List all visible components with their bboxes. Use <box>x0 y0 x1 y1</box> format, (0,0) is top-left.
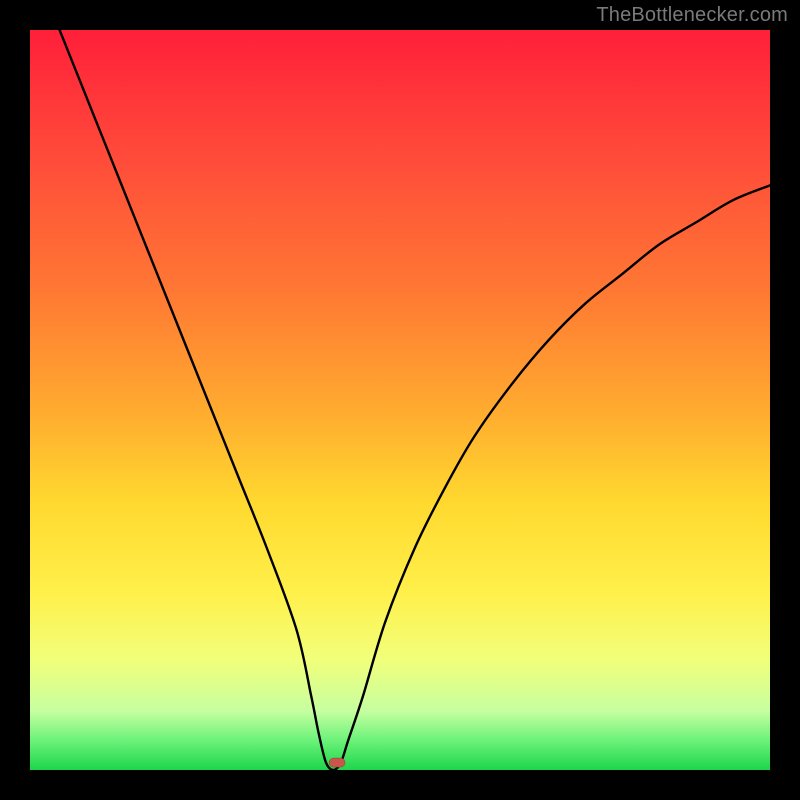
optimal-marker <box>329 758 345 767</box>
bottleneck-curve <box>60 30 770 770</box>
watermark-text: TheBottlenecker.com <box>596 4 788 27</box>
chart-svg <box>30 30 770 770</box>
chart-frame: TheBottlenecker.com <box>0 0 800 800</box>
plot-area <box>30 30 770 770</box>
